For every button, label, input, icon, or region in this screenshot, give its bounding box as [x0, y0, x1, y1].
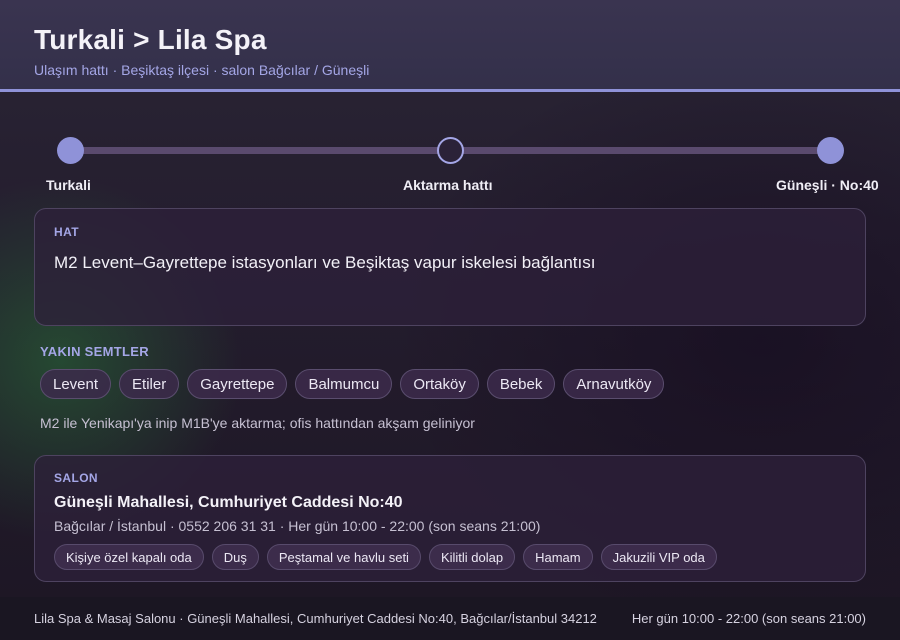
- hat-card: HAT M2 Levent–Gayrettepe istasyonları ve…: [34, 208, 866, 326]
- nearby-chip-bebek[interactable]: Bebek: [486, 369, 556, 399]
- route-transfer-label: Aktarma hattı: [403, 177, 493, 193]
- amenity-vip-room: Jakuzili VIP oda: [600, 544, 717, 570]
- hat-label: HAT: [54, 225, 79, 239]
- route-start-label: Turkali: [46, 177, 91, 193]
- route-start-dot: [57, 137, 84, 164]
- nearby-chip-etiler[interactable]: Etiler: [119, 369, 180, 399]
- footer-hours: Her gün 10:00 - 22:00 (son seans 21:00): [631, 611, 866, 626]
- amenity-hamam: Hamam: [523, 544, 593, 570]
- route-end-dot: [817, 137, 844, 164]
- salon-meta: Bağcılar / İstanbul · 0552 206 31 31 · H…: [54, 518, 541, 534]
- nearby-chips: Levent Etiler Gayrettepe Balmumcu Ortakö…: [40, 369, 665, 399]
- amenity-shower: Duş: [211, 544, 259, 570]
- page-title: Turkali > Lila Spa: [34, 24, 267, 55]
- nearby-chip-levent[interactable]: Levent: [40, 369, 112, 399]
- page-subtitle: Ulaşım hattı · Beşiktaş ilçesi · salon B…: [34, 62, 370, 78]
- nearby-chip-gayrettepe[interactable]: Gayrettepe: [187, 369, 288, 399]
- salon-address: Güneşli Mahallesi, Cumhuriyet Caddesi No…: [54, 494, 403, 511]
- route-end-label: Güneşli · No:40: [776, 177, 879, 193]
- route-progress: Turkali Aktarma hattı Güneşli · No:40: [0, 130, 900, 200]
- amenity-private-room: Kişiye özel kapalı oda: [54, 544, 204, 570]
- amenity-towel-set: Peştamal ve havlu seti: [266, 544, 421, 570]
- nearby-chip-arnavutkoy[interactable]: Arnavutköy: [563, 369, 665, 399]
- amenity-list: Kişiye özel kapalı oda Duş Peştamal ve h…: [54, 544, 846, 570]
- footer-address: Lila Spa & Masaj Salonu · Güneşli Mahall…: [34, 611, 597, 626]
- transfer-note: M2 ile Yenikapı'ya inip M1B'ye aktarma; …: [40, 415, 475, 431]
- salon-card: SALON Güneşli Mahallesi, Cumhuriyet Cadd…: [34, 455, 866, 582]
- page-footer: Lila Spa & Masaj Salonu · Güneşli Mahall…: [0, 597, 900, 640]
- page-header: Turkali > Lila Spa Ulaşım hattı · Beşikt…: [0, 0, 900, 92]
- salon-label: SALON: [54, 471, 98, 485]
- nearby-chip-ortakoy[interactable]: Ortaköy: [400, 369, 479, 399]
- amenity-locker: Kilitli dolap: [428, 544, 516, 570]
- nearby-label: YAKIN SEMTLER: [40, 344, 149, 359]
- hat-description: M2 Levent–Gayrettepe istasyonları ve Beş…: [54, 253, 596, 272]
- route-transfer-dot: [437, 137, 464, 164]
- nearby-chip-balmumcu[interactable]: Balmumcu: [295, 369, 393, 399]
